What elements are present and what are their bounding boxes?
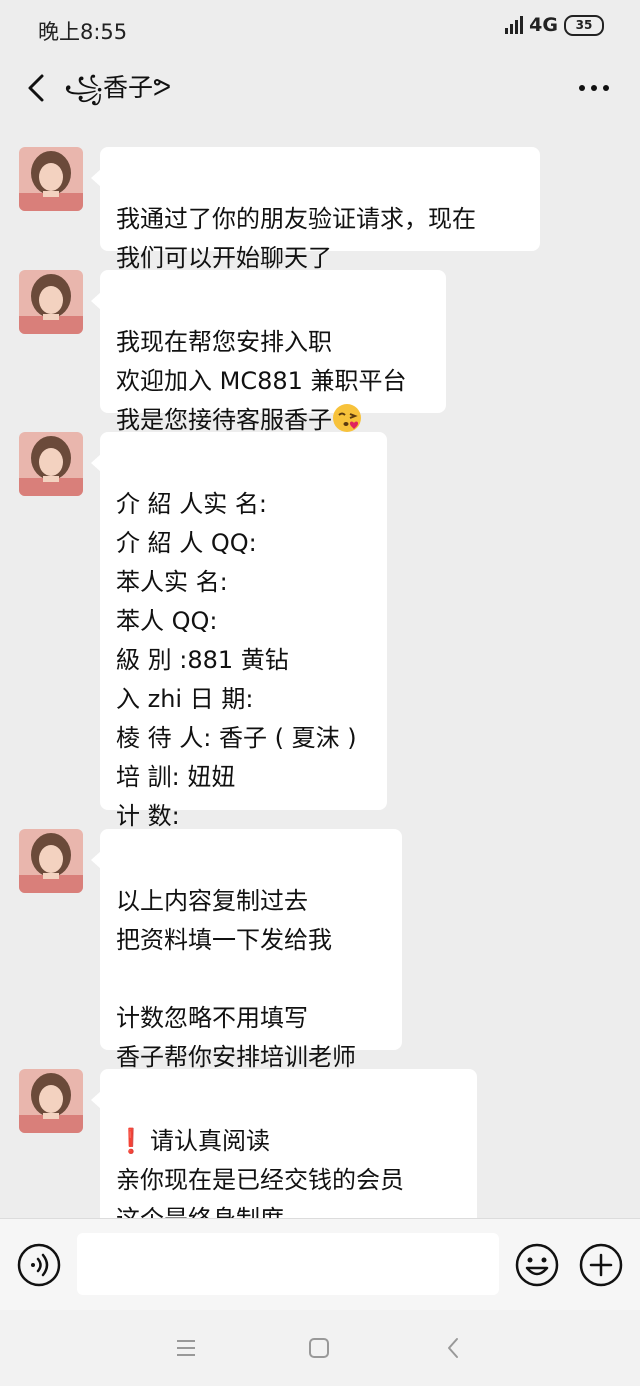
message-text: 我通过了你的朋友验证请求，现在 我们可以开始聊天了	[116, 205, 476, 272]
message-input[interactable]	[77, 1233, 499, 1295]
plus-icon	[579, 1243, 623, 1287]
message-text: 请认真阅读 亲你现在是已经交钱的会员 这个是终身制度 以后不要再交一分钱	[116, 1127, 404, 1218]
status-indicators: 4G 35	[505, 14, 604, 36]
back-arrow-icon	[28, 74, 44, 102]
avatar-image	[19, 270, 83, 334]
avatar[interactable]	[19, 1069, 83, 1133]
chat-title: ꧁香子ᕗ	[64, 73, 172, 102]
system-menu-button[interactable]	[168, 1330, 204, 1366]
voice-button[interactable]	[17, 1243, 61, 1287]
message-bubble[interactable]: 我现在帮您安排入职 欢迎加入 MC881 兼职平台 我是您接待客服香子	[91, 270, 446, 434]
network-type: 4G	[529, 14, 558, 36]
system-home-button[interactable]	[301, 1330, 337, 1366]
status-time: 晚上8:55	[38, 20, 128, 44]
message-row: 我通过了你的朋友验证请求，现在 我们可以开始聊天了	[0, 147, 640, 272]
home-icon	[309, 1338, 329, 1358]
status-bar: 晚上8:55 4G 35	[0, 0, 640, 56]
exclamation-icon: ❗	[116, 1127, 146, 1155]
battery-level: 35	[575, 18, 593, 32]
avatar[interactable]	[19, 147, 83, 211]
kissing-face-emoji-icon	[333, 404, 361, 432]
avatar[interactable]	[19, 270, 83, 334]
message-bubble[interactable]: 我通过了你的朋友验证请求，现在 我们可以开始聊天了	[91, 147, 540, 272]
system-back-button[interactable]	[435, 1330, 471, 1366]
message-text: 我现在帮您安排入职 欢迎加入 MC881 兼职平台 我是您接待客服香子	[116, 328, 407, 434]
voice-icon	[17, 1243, 61, 1287]
avatar-image	[19, 829, 83, 893]
back-button[interactable]	[14, 66, 58, 110]
avatar[interactable]	[19, 432, 83, 496]
signal-icon	[505, 16, 524, 34]
avatar-image	[19, 147, 83, 211]
avatar-image	[19, 432, 83, 496]
system-nav-bar	[0, 1310, 640, 1386]
menu-icon	[177, 1340, 195, 1356]
battery-icon: 35	[564, 14, 604, 36]
message-row: 以上内容复制过去 把资料填一下发给我 计数忽略不用填写 香子帮你安排培训老师	[0, 829, 640, 1071]
message-row: ❗请认真阅读 亲你现在是已经交钱的会员 这个是终身制度 以后不要再交一分钱	[0, 1069, 640, 1218]
back-icon	[448, 1338, 458, 1358]
message-bubble[interactable]: 介 紹 人实 名: 介 紹 人 QQ: 苯人实 名: 苯人 QQ: 級 別 :8…	[91, 432, 387, 830]
emoji-button[interactable]	[515, 1243, 559, 1287]
more-functions-button[interactable]	[579, 1243, 623, 1287]
message-bubble[interactable]: ❗请认真阅读 亲你现在是已经交钱的会员 这个是终身制度 以后不要再交一分钱	[91, 1069, 477, 1218]
message-text: 介 紹 人实 名: 介 紹 人 QQ: 苯人实 名: 苯人 QQ: 級 別 :8…	[116, 490, 357, 830]
message-row: 介 紹 人实 名: 介 紹 人 QQ: 苯人实 名: 苯人 QQ: 級 別 :8…	[0, 432, 640, 830]
chat-list[interactable]: 我通过了你的朋友验证请求，现在 我们可以开始聊天了 我现在帮您安排入职 欢迎加入…	[0, 120, 640, 1218]
more-button[interactable]	[574, 68, 614, 108]
emoji-icon	[515, 1243, 559, 1287]
input-bar	[0, 1218, 640, 1311]
message-row: 我现在帮您安排入职 欢迎加入 MC881 兼职平台 我是您接待客服香子	[0, 270, 640, 434]
avatar-image	[19, 1069, 83, 1133]
chat-header: ꧁香子ᕗ	[0, 56, 640, 120]
message-text: 以上内容复制过去 把资料填一下发给我 计数忽略不用填写 香子帮你安排培训老师	[116, 887, 356, 1071]
avatar[interactable]	[19, 829, 83, 893]
message-bubble[interactable]: 以上内容复制过去 把资料填一下发给我 计数忽略不用填写 香子帮你安排培训老师	[91, 829, 402, 1071]
more-dots-icon	[579, 85, 609, 91]
